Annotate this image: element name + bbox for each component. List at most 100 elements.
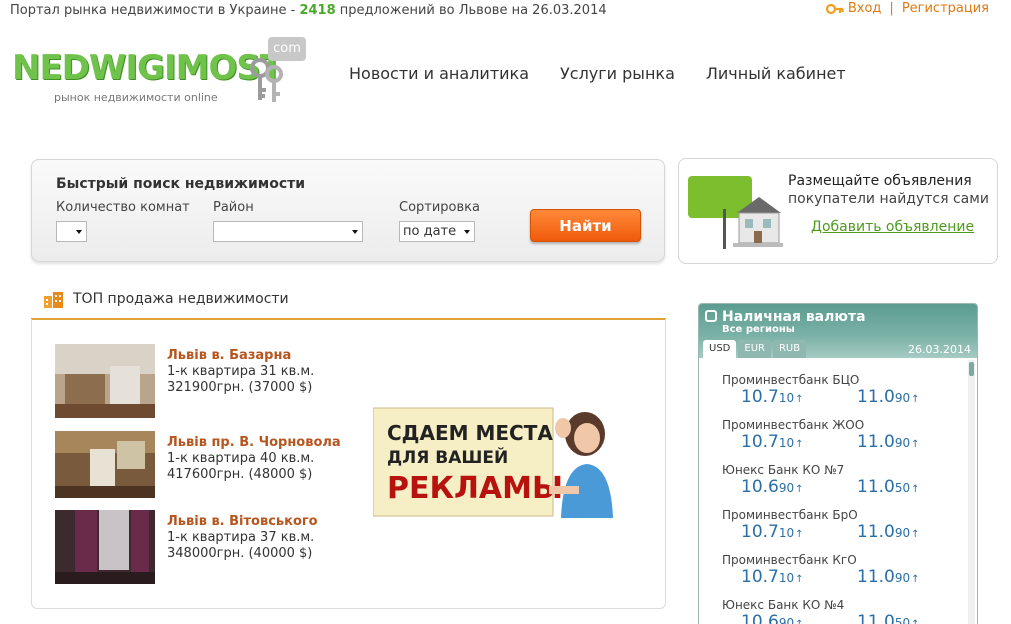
sell-rate-frac: 90 <box>894 436 911 450</box>
currency-row: Юнекс Банк КО №7 10.690↑ 11.050↑ <box>699 450 969 497</box>
currency-header: Наличная валюта Все регионы USD EUR RUB … <box>699 304 977 358</box>
buy-rate: 10.690↑ <box>741 612 804 624</box>
sell-rate-int: 11.0 <box>857 567 895 587</box>
bank-name: Проминвестбанк БрО <box>722 508 858 522</box>
top-sales-header: ТОП продажа недвижимости <box>43 290 289 308</box>
buy-rate: 10.710↑ <box>741 567 804 587</box>
ad-line-1: СДАЕМ МЕСТА <box>387 421 553 445</box>
buy-rate: 10.710↑ <box>741 522 804 542</box>
listing-item[interactable]: Львів в. Вітовського 1-к квартира 37 кв.… <box>55 510 355 585</box>
nav-news[interactable]: Новости и аналитика <box>349 64 529 83</box>
currency-row: Проминвестбанк ЖОО 10.710↑ 11.090↑ <box>699 405 969 452</box>
arrow-up-icon: ↑ <box>911 529 920 540</box>
tab-usd[interactable]: USD <box>703 340 737 358</box>
arrow-up-icon: ↑ <box>911 394 920 405</box>
buy-rate-int: 10.7 <box>741 387 779 407</box>
currency-row: Юнекс Банк КО №410.690↑11.050↑ <box>699 585 969 624</box>
currency-subtitle: Все регионы <box>722 324 795 335</box>
auth-separator: | <box>889 1 894 16</box>
sell-rate-int: 11.0 <box>857 432 895 452</box>
listing-photo[interactable] <box>55 344 155 418</box>
district-label: Район <box>213 200 254 215</box>
sort-select[interactable]: по дате <box>399 221 475 242</box>
arrow-up-icon: ↑ <box>911 439 920 450</box>
sell-rate: 11.090↑ <box>857 522 920 542</box>
nav-services[interactable]: Услуги рынка <box>560 64 675 83</box>
buy-rate-frac: 10 <box>778 391 795 405</box>
buy-rate-int: 10.7 <box>741 432 779 452</box>
offers-count: 2418 <box>299 3 336 18</box>
add-ad-link[interactable]: Добавить объявление <box>811 219 974 235</box>
quick-search-panel: Быстрый поиск недвижимости Количество ко… <box>31 159 665 262</box>
listing-title[interactable]: Львів пр. В. Чорновола <box>167 435 341 450</box>
auth-links: Вход | Регистрация <box>825 1 989 16</box>
arrow-up-icon: ↑ <box>795 574 804 585</box>
buy-rate-frac: 10 <box>778 526 795 540</box>
bank-name: Проминвестбанк КгО <box>722 553 857 567</box>
chevron-down-icon <box>76 230 82 234</box>
sell-rate-int: 11.0 <box>857 387 895 407</box>
currency-row: Проминвестбанк БЦО 10.710↑ 11.090↑ <box>699 360 969 407</box>
arrow-up-icon: ↑ <box>911 574 920 585</box>
keys-icon <box>250 58 283 102</box>
listing-desc: 1-к квартира 37 кв.м. <box>167 530 315 545</box>
listing-price: 321900грн. (37000 $) <box>167 380 313 395</box>
nav-cabinet[interactable]: Личный кабинет <box>706 64 846 83</box>
listing-title[interactable]: Львів в. Базарна <box>167 348 291 363</box>
buy-rate-int: 10.7 <box>741 567 779 587</box>
house-icon <box>723 197 783 249</box>
post-ad-panel: Размещайте объявления покупатели найдутс… <box>678 158 998 264</box>
currency-tabs: USD EUR RUB <box>703 340 807 358</box>
scrollbar[interactable] <box>968 360 975 624</box>
tab-rub[interactable]: RUB <box>772 340 807 358</box>
listing-item[interactable]: Львів в. Базарна 1-к квартира 31 кв.м. 3… <box>55 344 355 419</box>
bank-name: Юнекс Банк КО №7 <box>722 463 845 477</box>
main-nav: Новости и аналитика Услуги рынка Личный … <box>349 64 846 83</box>
chevron-down-icon <box>352 230 358 234</box>
register-link[interactable]: Регистрация <box>902 1 989 16</box>
ad-banner[interactable]: СДАЕМ МЕСТА ДЛЯ ВАШЕЙ РЕКЛАМЫ <box>373 406 613 518</box>
listing-price: 348000грн. (40000 $) <box>167 546 313 561</box>
sell-rate-int: 11.0 <box>857 522 895 542</box>
district-select[interactable] <box>213 221 363 242</box>
arrow-up-icon: ↑ <box>795 619 803 624</box>
listing-price: 417600грн. (48000 $) <box>167 467 313 482</box>
arrow-up-icon: ↑ <box>795 439 804 450</box>
chevron-down-icon <box>464 230 470 234</box>
bank-name: Проминвестбанк БЦО <box>722 373 860 387</box>
site-logo[interactable]: NEDWIGIMOST com рынок недвижимости onlin… <box>12 36 312 116</box>
post-ad-subtitle: покупатели найдутся сами <box>788 191 989 207</box>
sell-rate-frac: 50 <box>894 616 911 624</box>
sell-rate-int: 11.0 <box>857 477 895 497</box>
buy-rate: 10.710↑ <box>741 432 804 452</box>
quick-search-title: Быстрый поиск недвижимости <box>56 176 306 192</box>
sell-rate: 11.050↑ <box>857 477 920 497</box>
tab-eur[interactable]: EUR <box>738 340 771 358</box>
key-icon <box>825 2 844 16</box>
scrollbar-thumb[interactable] <box>969 362 974 376</box>
currency-row: Проминвестбанк БрО 10.710↑ 11.090↑ <box>699 495 969 542</box>
find-button[interactable]: Найти <box>530 209 641 242</box>
portal-info: Портал рынка недвижимости в Украине - 24… <box>10 3 607 18</box>
sell-rate-int: 11.0 <box>857 612 895 624</box>
arrow-up-icon: ↑ <box>911 619 919 624</box>
listing-desc: 1-к квартира 40 кв.м. <box>167 451 315 466</box>
arrow-up-icon: ↑ <box>795 394 804 405</box>
sort-label: Сортировка <box>399 200 480 215</box>
bank-name: Проминвестбанк ЖОО <box>722 418 865 432</box>
logo-tagline: рынок недвижимости online <box>54 91 218 104</box>
buy-rate-frac: 10 <box>778 571 795 585</box>
currency-row: Проминвестбанк КгО 10.710↑ 11.090↑ <box>699 540 969 587</box>
buy-rate-frac: 90 <box>778 481 795 495</box>
info-prefix: Портал рынка недвижимости в Украине - <box>10 3 300 18</box>
buildings-icon <box>44 292 63 308</box>
rooms-label: Количество комнат <box>56 200 190 215</box>
listing-item[interactable]: Львів пр. В. Чорновола 1-к квартира 40 к… <box>55 431 355 506</box>
rooms-select[interactable] <box>56 221 87 242</box>
listing-title[interactable]: Львів в. Вітовського <box>167 514 318 529</box>
top-listings-panel: Львів в. Базарна 1-к квартира 31 кв.м. 3… <box>31 319 666 609</box>
login-link[interactable]: Вход <box>848 1 882 16</box>
listing-photo[interactable] <box>55 510 155 584</box>
bank-name: Юнекс Банк КО №4 <box>722 598 845 612</box>
listing-photo[interactable] <box>55 431 155 498</box>
